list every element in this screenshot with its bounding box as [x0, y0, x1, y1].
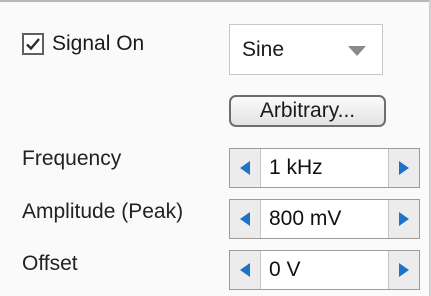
triangle-left-icon: [240, 263, 250, 277]
arbitrary-button[interactable]: Arbitrary...: [229, 95, 386, 127]
triangle-right-icon: [399, 161, 409, 175]
triangle-right-icon: [399, 212, 409, 226]
triangle-left-icon: [240, 212, 250, 226]
frequency-spinbox[interactable]: 1 kHz: [229, 148, 420, 188]
amplitude-decrement-button[interactable]: [230, 200, 261, 238]
amplitude-increment-button[interactable]: [388, 200, 419, 238]
frequency-label: Frequency: [22, 147, 122, 170]
amplitude-spinbox[interactable]: 800 mV: [229, 199, 420, 239]
chevron-down-icon: [348, 46, 366, 56]
amplitude-value[interactable]: 800 mV: [261, 200, 388, 238]
triangle-right-icon: [399, 263, 409, 277]
signal-on-checkbox[interactable]: [22, 33, 44, 55]
panel-top-border: [0, 0, 431, 2]
frequency-value[interactable]: 1 kHz: [261, 149, 388, 187]
waveform-dropdown[interactable]: Sine: [229, 24, 383, 75]
offset-increment-button[interactable]: [388, 251, 419, 289]
offset-value[interactable]: 0 V: [261, 251, 388, 289]
triangle-left-icon: [240, 161, 250, 175]
signal-on-label: Signal On: [52, 32, 145, 55]
waveform-selected-value: Sine: [242, 37, 285, 61]
offset-spinbox[interactable]: 0 V: [229, 250, 420, 290]
signal-on-checkbox-row[interactable]: Signal On: [22, 32, 144, 56]
offset-label: Offset: [22, 252, 78, 275]
frequency-decrement-button[interactable]: [230, 149, 261, 187]
checkmark-icon: [26, 38, 40, 51]
signal-generator-panel: Signal On Sine Arbitrary... Frequency 1 …: [0, 0, 431, 296]
offset-decrement-button[interactable]: [230, 251, 261, 289]
frequency-increment-button[interactable]: [388, 149, 419, 187]
amplitude-label: Amplitude (Peak): [22, 200, 184, 223]
